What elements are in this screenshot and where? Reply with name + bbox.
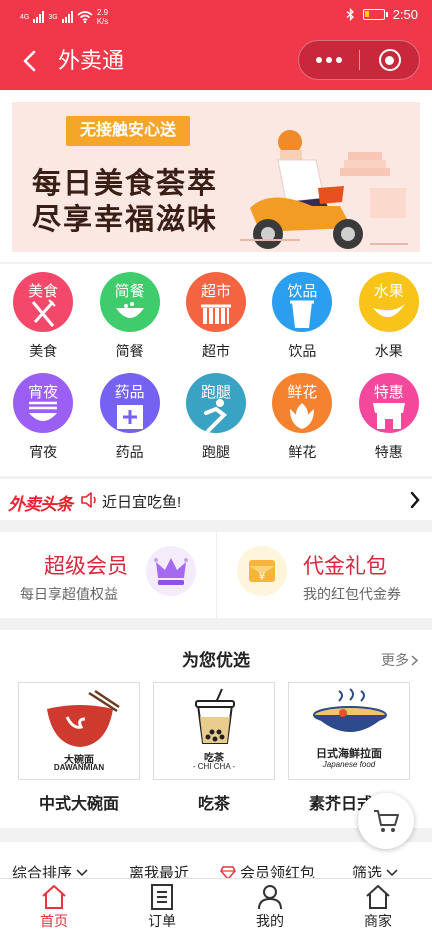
svg-text:¥: ¥	[259, 570, 266, 583]
tab-merchants[interactable]: 商家	[324, 879, 432, 936]
banner-headline-2: 尽享幸福滋味	[32, 204, 219, 236]
super-member-subtitle: 每日享超值权益	[20, 586, 118, 602]
crown-icon	[146, 546, 196, 596]
headline-logo: 外卖头条	[8, 495, 73, 514]
shop-card-2[interactable]: 吃茶 - CHI CHA -	[153, 682, 275, 780]
recommend-section: 为您优选 更多 大碗面 DAWANMIAN 吃茶 - CHI CHA - 日式海…	[0, 630, 432, 828]
tab-bar: 首页 订单 我的 商家	[0, 878, 432, 936]
shop-card-1[interactable]: 大碗面 DAWANMIAN	[18, 682, 140, 780]
shop-card-3-subtext: Japanese food	[322, 760, 376, 769]
navigation-bar: 外卖通	[0, 32, 432, 90]
tab-orders[interactable]: 订单	[108, 879, 216, 936]
banana-icon: 水果	[358, 272, 419, 332]
fork-knife-icon: 美食	[13, 272, 74, 332]
bluetooth-icon	[346, 8, 354, 21]
promo-banner[interactable]: 无接触安心送 每日美食荟萃 尽享幸福滋味	[12, 102, 420, 252]
tab-orders-label: 订单	[148, 913, 176, 929]
tab-mine[interactable]: 我的	[216, 879, 324, 936]
chevron-down-icon	[76, 868, 88, 876]
mini-program-capsule	[298, 40, 420, 80]
shop-icon	[366, 885, 390, 909]
runner-icon: 跑腿	[185, 373, 246, 433]
shop-card-3-text: 日式海鲜拉面	[316, 748, 382, 760]
news-ticker[interactable]: 外卖头条 近日宜吃鱼!	[0, 478, 432, 520]
filter-bar: 综合排序 离我最近 会员领红包 筛选	[0, 842, 432, 882]
network-type-2: 3G	[48, 13, 58, 21]
voucher-pack-title: 代金礼包	[303, 555, 387, 578]
shop-name-2[interactable]: 吃茶	[144, 790, 284, 814]
chevron-right-icon	[411, 654, 418, 666]
signal-icon-2	[61, 11, 73, 23]
super-member-title: 超级会员	[44, 555, 128, 578]
user-icon	[258, 885, 282, 910]
category-item-10[interactable]: 特惠 特惠	[346, 373, 432, 462]
basket-icon: 超市	[185, 272, 246, 332]
bowl-icon: 简餐	[99, 272, 160, 332]
battery-icon	[362, 9, 388, 20]
headline-text: 近日宜吃鱼!	[102, 494, 182, 511]
category-item-3[interactable]: 超市 超市	[173, 272, 259, 361]
cart-button[interactable]	[358, 793, 414, 849]
banner-tag: 无接触安心送	[66, 116, 191, 146]
shop-card-2-subtext: - CHI CHA -	[192, 762, 236, 771]
category-item-7[interactable]: 药品 药品	[86, 373, 172, 462]
category-item-2[interactable]: 简餐 简餐	[86, 272, 172, 361]
category-label: 简餐	[115, 343, 144, 359]
status-bar: 4G 3G 2.9 K/s 2:50	[0, 0, 432, 32]
voucher-pack-card[interactable]: ¥ 代金礼包 我的红包代金券	[216, 532, 432, 618]
category-item-5[interactable]: 水果 水果	[346, 272, 432, 361]
chevron-down-icon	[386, 868, 398, 876]
speaker-icon	[81, 492, 96, 508]
category-label: 饮品	[288, 343, 317, 359]
member-section: 超级会员 每日享超值权益 ¥ 代金礼包 我的红包代金券	[0, 532, 432, 618]
home-icon	[42, 885, 66, 909]
delivery-rider-illustration	[240, 130, 408, 249]
tab-merchants-label: 商家	[364, 913, 392, 929]
network-type: 4G	[20, 13, 30, 21]
chevron-right-icon[interactable]	[410, 491, 420, 509]
network-speed: 2.9 K/s	[96, 8, 109, 26]
more-dots-icon[interactable]	[299, 41, 359, 79]
voucher-pack-subtitle: 我的红包代金券	[303, 586, 401, 602]
tab-home-label: 首页	[40, 913, 68, 929]
category-label: 宵夜	[29, 444, 58, 460]
more-label: 更多	[381, 652, 409, 668]
order-list-icon	[151, 884, 173, 910]
category-label: 水果	[374, 343, 403, 359]
shop-name-1[interactable]: 中式大碗面	[9, 790, 149, 814]
category-item-4[interactable]: 饮品 饮品	[259, 272, 345, 361]
wifi-icon	[77, 11, 93, 23]
category-label: 鲜花	[288, 444, 317, 460]
category-item-6[interactable]: 宵夜 宵夜	[0, 373, 86, 462]
super-member-card[interactable]: 超级会员 每日享超值权益	[0, 532, 216, 618]
category-label: 药品	[115, 444, 144, 460]
category-item-8[interactable]: 跑腿 跑腿	[173, 373, 259, 462]
more-link[interactable]: 更多	[381, 650, 418, 670]
banner-section: 无接触安心送 每日美食荟萃 尽享幸福滋味	[0, 90, 432, 262]
shop-card-3[interactable]: 日式海鲜拉面 Japanese food	[288, 682, 410, 780]
tab-home[interactable]: 首页	[0, 879, 108, 936]
category-item-1[interactable]: 美食 美食	[0, 272, 86, 361]
flower-icon: 鲜花	[272, 373, 333, 433]
medicine-box-icon: 药品	[99, 373, 160, 433]
shop-card-1-subtext: DAWANMIAN	[53, 763, 105, 772]
category-label: 超市	[201, 343, 230, 359]
category-label: 特惠	[374, 444, 403, 460]
red-envelope-icon: ¥	[237, 546, 287, 596]
cup-icon: 饮品	[272, 272, 333, 332]
category-label: 美食	[29, 343, 58, 359]
back-icon[interactable]	[14, 46, 44, 76]
category-item-9[interactable]: 鲜花 鲜花	[259, 373, 345, 462]
category-grid: 美食 美食 简餐 简餐 超市 超市 饮品 饮品 水果 水果 宵夜 宵夜 药品 药品 跑腿 跑腿 鲜花 鲜花 特惠 特惠	[0, 264, 432, 476]
page-title: 外卖通	[58, 48, 125, 73]
shop-awning-icon: 特惠	[358, 373, 419, 433]
close-miniprogram-icon[interactable]	[360, 41, 419, 79]
recommend-title: 为您优选	[182, 651, 250, 670]
tab-mine-label: 我的	[256, 913, 284, 929]
category-label: 跑腿	[201, 444, 230, 460]
clock: 2:50	[392, 7, 418, 22]
signal-icon	[33, 11, 45, 23]
cart-icon	[374, 810, 399, 832]
noodle-icon: 宵夜	[13, 373, 74, 433]
